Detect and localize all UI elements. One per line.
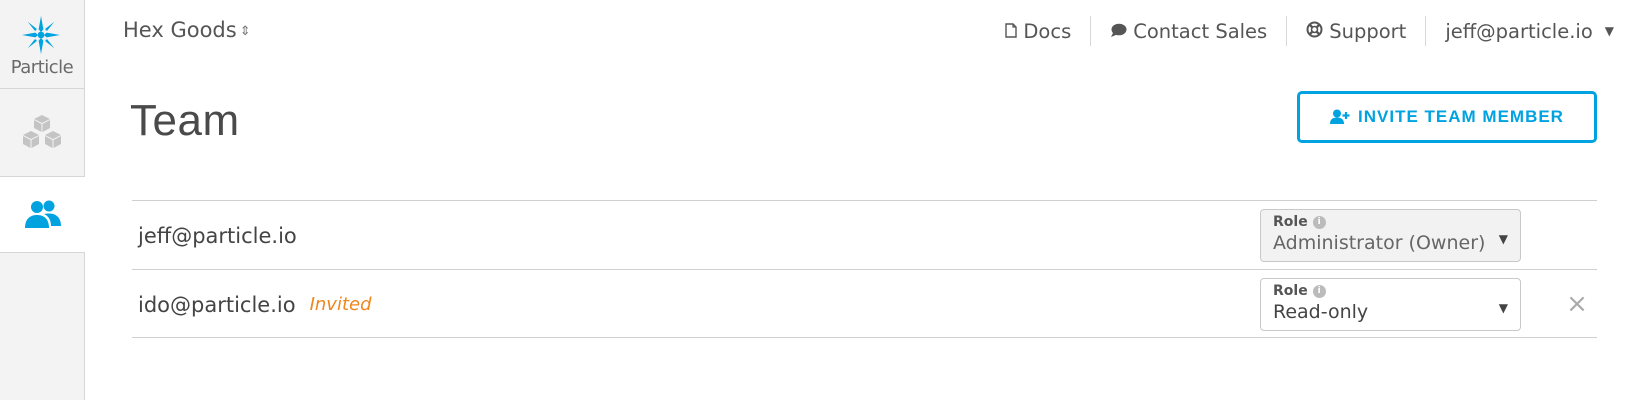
- cubes-icon: [23, 114, 61, 148]
- invite-label: INVITE TEAM MEMBER: [1358, 107, 1564, 126]
- particle-logo[interactable]: Particle: [0, 0, 84, 88]
- sidebar-item-products[interactable]: [0, 88, 84, 176]
- org-name: Hex Goods: [123, 18, 237, 42]
- info-icon[interactable]: i: [1312, 215, 1326, 229]
- member-email-text: jeff@particle.io: [138, 223, 297, 248]
- org-switcher[interactable]: Hex Goods ⇕: [123, 18, 251, 42]
- add-user-icon: [1330, 109, 1350, 125]
- role-value: Administrator (Owner): [1273, 232, 1486, 254]
- table-row: ido@particle.io Invited Role i Read-only…: [132, 269, 1597, 338]
- role-label-text: Role: [1273, 283, 1308, 299]
- lifebuoy-icon: [1306, 20, 1323, 43]
- team-members-table: jeff@particle.io Role i Administrator (O…: [132, 200, 1597, 338]
- sidebar: Particle: [0, 0, 85, 400]
- role-select[interactable]: Role i Read-only ▼: [1260, 278, 1521, 331]
- role-label: Role i: [1273, 283, 1326, 299]
- user-menu[interactable]: jeff@particle.io ▼: [1426, 14, 1633, 48]
- document-icon: [1005, 20, 1018, 43]
- user-email: jeff@particle.io: [1445, 19, 1593, 43]
- sidebar-item-team[interactable]: [0, 176, 85, 253]
- role-label-text: Role: [1273, 214, 1308, 230]
- chat-icon: [1110, 20, 1127, 43]
- member-email: jeff@particle.io: [138, 201, 297, 270]
- chevron-down-icon: ▼: [1604, 24, 1614, 38]
- support-label: Support: [1329, 19, 1407, 43]
- team-icon: [24, 200, 61, 228]
- close-icon: ×: [1566, 289, 1588, 319]
- info-icon[interactable]: i: [1312, 284, 1326, 298]
- chevron-down-icon: ▼: [1498, 232, 1508, 246]
- docs-label: Docs: [1023, 19, 1072, 43]
- role-value: Read-only: [1273, 301, 1369, 323]
- member-email-text: ido@particle.io: [138, 292, 296, 317]
- remove-member-button[interactable]: ×: [1560, 287, 1594, 321]
- invite-team-member-button[interactable]: INVITE TEAM MEMBER: [1297, 91, 1597, 143]
- role-select[interactable]: Role i Administrator (Owner) ▼: [1260, 209, 1521, 262]
- invited-badge: Invited: [309, 294, 372, 315]
- particle-star-icon: [22, 16, 60, 54]
- docs-link[interactable]: Docs: [986, 14, 1090, 48]
- member-email: ido@particle.io Invited: [138, 270, 372, 339]
- table-row: jeff@particle.io Role i Administrator (O…: [132, 200, 1597, 269]
- top-nav: Docs Contact Sales Support jeff@particle…: [986, 14, 1633, 48]
- contact-sales-label: Contact Sales: [1133, 19, 1268, 43]
- page-title: Team: [130, 96, 240, 145]
- role-label: Role i: [1273, 214, 1326, 230]
- contact-sales-link[interactable]: Contact Sales: [1091, 14, 1286, 48]
- chevron-down-icon: ▼: [1498, 301, 1508, 315]
- logo-text: Particle: [10, 57, 74, 78]
- support-link[interactable]: Support: [1287, 14, 1425, 48]
- sort-caret-icon: ⇕: [239, 24, 251, 39]
